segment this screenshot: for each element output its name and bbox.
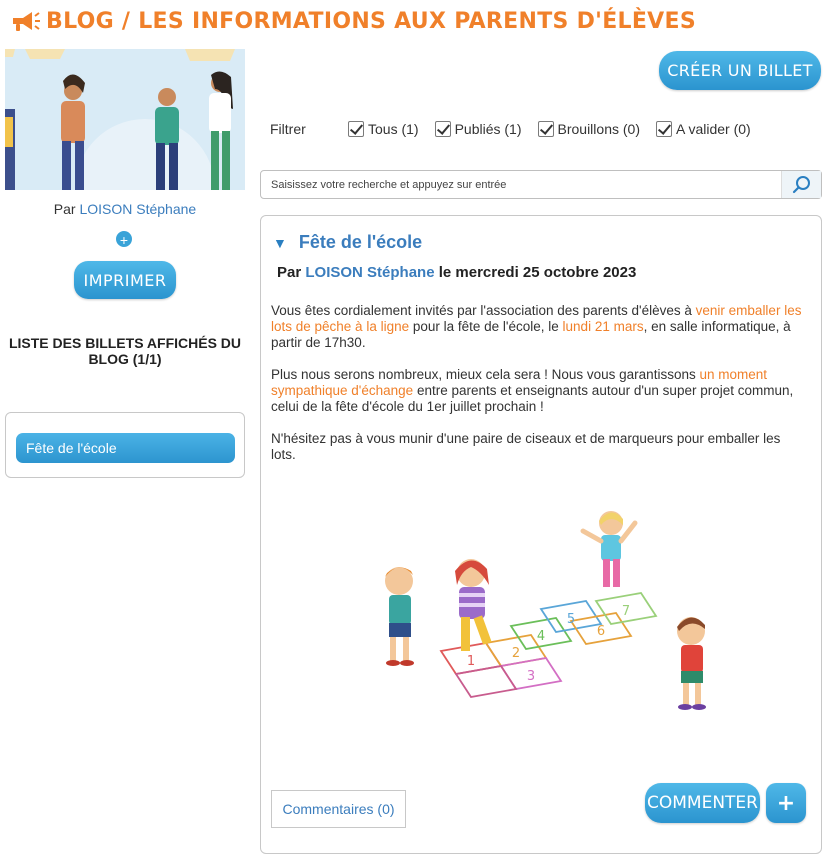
hopscotch-number: 2 [512,646,520,661]
hopscotch-number: 4 [537,629,545,644]
filter-label: Filtrer [270,121,306,137]
highlight-text: lundi 21 mars [562,319,644,334]
banner-author-prefix: Par [53,201,76,217]
filter-all[interactable]: Tous (1) [348,121,419,137]
print-button[interactable]: IMPRIMER [74,261,176,299]
banner-author: Par LOISON Stéphane [5,201,245,217]
search-icon [792,175,810,193]
hopscotch-number: 5 [567,612,575,627]
text-span: Plus nous serons nombreux, mieux cela se… [271,367,700,382]
hopscotch-number: 3 [527,669,535,684]
comments-button[interactable]: Commentaires (0) [271,790,406,828]
search-input[interactable] [271,171,771,198]
checkbox-to-validate[interactable] [655,121,672,137]
post-header[interactable]: ▼ Fête de l'école [273,232,422,253]
post-meta: Par LOISON Stéphane le mercredi 25 octob… [277,264,636,281]
blog-banner-image [5,49,245,190]
post-title: Fête de l'école [298,232,423,252]
post-body: Vous êtes cordialement invités par l'ass… [271,303,806,479]
text-span: Vous êtes cordialement invités par l'ass… [271,303,696,318]
post-list-title: LISTE DES BILLETS AFFICHÉS DU BLOG (1/1) [8,335,242,367]
text-span: pour la fête de l'école, le [409,319,563,334]
checkbox-published[interactable] [434,121,451,137]
hopscotch-illustration: 1 2 3 4 5 6 7 [385,511,706,710]
search-button[interactable] [781,171,821,198]
post-list-item[interactable]: Fête de l'école [16,433,235,463]
post-paragraph-3: N'hésitez pas à vous munir d'une paire d… [271,431,781,462]
post-meta-prefix: Par [277,264,302,281]
sidebar: + Par LOISON Stéphane IMPRIMER LISTE DES… [5,49,245,478]
hopscotch-number: 1 [467,654,475,669]
filter-all-label: Tous (1) [368,121,419,137]
post-paragraph-2: Plus nous serons nombreux, mieux cela se… [271,367,806,415]
page-title: BLOG / LES INFORMATIONS AUX PARENTS D'ÉL… [46,8,696,34]
checkbox-all[interactable] [348,121,364,137]
collapse-triangle-icon[interactable]: ▼ [273,235,287,251]
filter-drafts-label: Brouillons (0) [557,121,640,137]
hopscotch-number: 7 [622,604,630,619]
filter-published[interactable]: Publiés (1) [434,121,522,137]
add-banner-button[interactable]: + [115,230,133,248]
post-card: ▼ Fête de l'école Par LOISON Stéphane le… [260,215,822,854]
post-list: Fête de l'école [5,412,245,478]
filter-to-validate-label: A valider (0) [675,121,751,137]
post-author-link[interactable]: LOISON Stéphane [305,264,434,281]
post-paragraph-1: Vous êtes cordialement invités par l'ass… [271,303,806,351]
filter-drafts[interactable]: Brouillons (0) [537,121,640,137]
hopscotch-number: 6 [597,624,605,639]
filter-bar: Filtrer Tous (1) Publiés (1) Brouillons … [270,118,767,140]
post-date: le mercredi 25 octobre 2023 [438,264,637,281]
search-bar [260,170,822,199]
comment-button[interactable]: COMMENTER [645,783,760,823]
page-header: BLOG / LES INFORMATIONS AUX PARENTS D'ÉL… [10,4,696,38]
checkbox-drafts[interactable] [537,121,554,137]
filter-to-validate[interactable]: A valider (0) [655,121,751,137]
add-button[interactable]: + [766,783,806,823]
create-post-button[interactable]: CRÉER UN BILLET [659,51,821,90]
filter-published-label: Publiés (1) [454,121,522,137]
megaphone-icon [13,12,40,31]
banner-author-link[interactable]: LOISON Stéphane [79,201,196,217]
